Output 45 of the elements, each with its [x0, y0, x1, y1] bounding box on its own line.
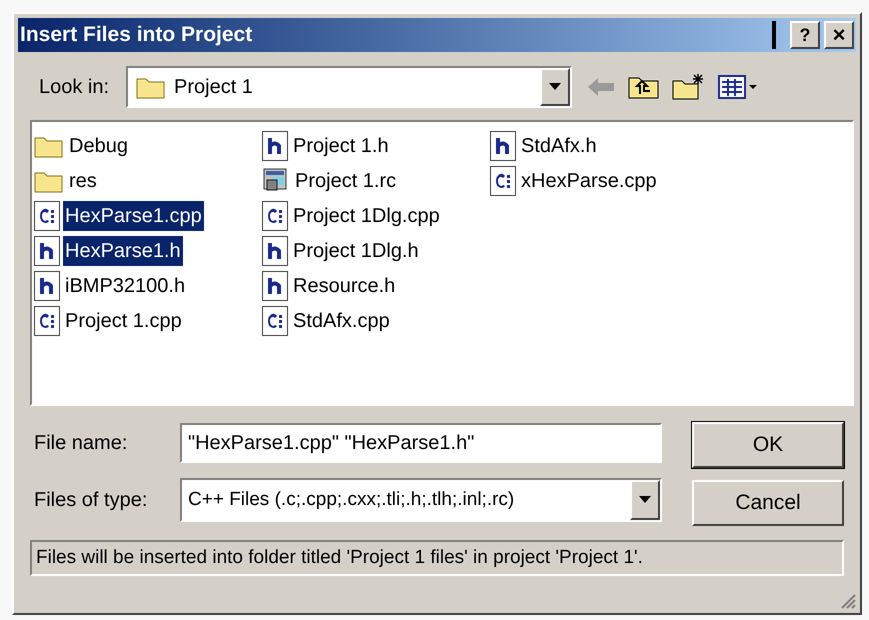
file-item[interactable]: Project 1Dlg.cpp — [291, 200, 442, 230]
look-in-label: Look in: — [39, 75, 110, 100]
file-name-field[interactable]: "HexParse1.cpp" "HexParse1.h" — [180, 423, 662, 463]
ok-button[interactable]: OK — [692, 422, 844, 468]
cpp-file-icon — [34, 200, 60, 230]
cancel-button[interactable]: Cancel — [692, 480, 844, 526]
file-item[interactable]: res — [67, 166, 99, 196]
cpp-file-icon — [262, 200, 288, 230]
window-title: Insert Files into Project — [20, 22, 252, 48]
file-item[interactable]: HexParse1.cpp — [63, 200, 204, 230]
close-button[interactable]: × — [824, 21, 854, 49]
file-item[interactable]: Project 1.h — [291, 130, 391, 160]
status-message: Files will be inserted into folder titled 'Project 1 files' in project 'Project 1'. — [30, 540, 844, 576]
files-of-type-value: C++ Files (.c;.cpp;.cxx;.tli;.h;.tlh;.inl;.rc) — [187, 488, 516, 512]
caret-icon — [549, 83, 561, 91]
file-item[interactable]: StdAfx.cpp — [291, 306, 392, 336]
file-item[interactable]: HexParse1.h — [63, 236, 183, 266]
file-item[interactable]: Project 1.rc — [293, 166, 398, 196]
header-file-icon — [262, 236, 288, 266]
file-item[interactable]: StdAfx.h — [519, 130, 599, 160]
dropdown-button[interactable] — [540, 68, 570, 106]
file-item[interactable]: iBMP32100.h — [63, 270, 188, 300]
cpp-file-icon — [34, 306, 60, 336]
file-name-label: File name: — [34, 431, 128, 456]
header-file-icon — [262, 130, 288, 160]
file-item[interactable]: Project 1Dlg.h — [291, 236, 421, 266]
header-file-icon — [34, 236, 60, 266]
header-file-icon — [262, 270, 288, 300]
files-of-type-dropdown[interactable]: C++ Files (.c;.cpp;.cxx;.tli;.h;.tlh;.inl;.rc) — [180, 478, 662, 522]
new-folder-icon[interactable] — [672, 73, 706, 101]
files-of-type-label: Files of type: — [34, 488, 148, 513]
file-item[interactable]: xHexParse.cpp — [519, 166, 659, 196]
help-button[interactable]: ? — [790, 21, 820, 49]
look-in-value: Project 1 — [174, 75, 254, 100]
header-file-icon — [490, 130, 516, 160]
file-item[interactable]: Resource.h — [291, 270, 398, 300]
file-item[interactable]: Debug — [67, 130, 130, 160]
cpp-file-icon — [262, 306, 288, 336]
look-in-dropdown[interactable]: Project 1 — [126, 66, 572, 108]
view-menu-icon[interactable] — [718, 74, 758, 100]
cpp-file-icon — [490, 166, 516, 196]
caret-icon — [639, 496, 651, 504]
header-file-icon — [34, 270, 60, 300]
file-item[interactable]: Project 1.cpp — [63, 306, 184, 336]
dropdown-button[interactable] — [630, 480, 660, 520]
